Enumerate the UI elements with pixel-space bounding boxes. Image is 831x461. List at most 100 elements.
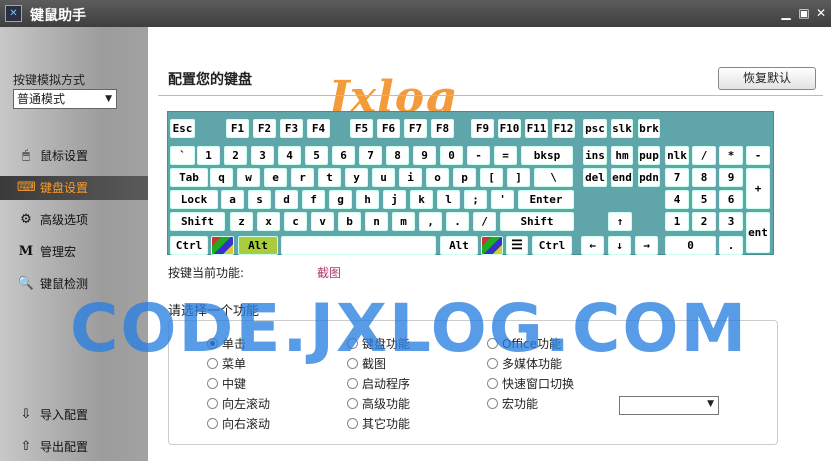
key-3[interactable]: 3 xyxy=(719,212,743,231)
key-symbol-1-0[interactable]: ` xyxy=(170,146,195,165)
sidebar-item-keyboard[interactable]: ⌨ 键盘设置 xyxy=(0,176,148,200)
sidebar-item-mouse[interactable]: 🖱 鼠标设置 xyxy=(0,144,148,168)
key-symbol-5-9[interactable]: ↓ xyxy=(608,236,631,255)
key-space[interactable] xyxy=(281,236,436,255)
key-alt[interactable]: Alt xyxy=(440,236,478,255)
option-menu[interactable]: 菜单 xyxy=(207,355,246,372)
key-symbol-1-20[interactable]: - xyxy=(746,146,770,165)
sidebar-item-detect[interactable]: 🔍 键鼠检测 xyxy=(0,272,148,296)
radio-button[interactable] xyxy=(207,358,218,369)
key-symbol-1-12[interactable]: = xyxy=(494,146,517,165)
key-f12[interactable]: F12 xyxy=(552,119,575,138)
key-f5[interactable]: F5 xyxy=(350,119,373,138)
key-2[interactable]: 2 xyxy=(224,146,247,165)
key-enter[interactable]: Enter xyxy=(518,190,574,209)
key-5[interactable]: 5 xyxy=(692,190,716,209)
key-q[interactable]: q xyxy=(210,168,233,187)
key-g[interactable]: g xyxy=(329,190,352,209)
key-f4[interactable]: F4 xyxy=(307,119,330,138)
key-symbol-5-10[interactable]: → xyxy=(635,236,658,255)
option-click[interactable]: 单击 xyxy=(207,335,246,352)
key-l[interactable]: l xyxy=(437,190,460,209)
minimize-icon[interactable]: ▁ xyxy=(778,5,794,21)
key-0[interactable]: 0 xyxy=(665,236,716,255)
key-ctrl[interactable]: Ctrl xyxy=(532,236,572,255)
key-pup[interactable]: pup xyxy=(638,146,660,165)
key-ent[interactable]: ent xyxy=(746,212,770,253)
radio-button[interactable] xyxy=(207,378,218,389)
option-scroll-right[interactable]: 向右滚动 xyxy=(207,415,270,432)
radio-button[interactable] xyxy=(347,338,358,349)
radio-button[interactable] xyxy=(347,398,358,409)
option-advanced[interactable]: 高级功能 xyxy=(347,395,410,412)
maximize-icon[interactable]: ▣ xyxy=(796,5,812,21)
key-symbol-2-11[interactable]: [ xyxy=(480,168,503,187)
key-menu[interactable]: ☰ xyxy=(506,236,528,255)
key-slk[interactable]: slk xyxy=(611,119,633,138)
key-1[interactable]: 1 xyxy=(197,146,220,165)
option-launch[interactable]: 启动程序 xyxy=(347,375,410,392)
radio-button[interactable] xyxy=(487,338,498,349)
key-4[interactable]: 4 xyxy=(665,190,689,209)
key-symbol-5-12[interactable]: . xyxy=(719,236,743,255)
key-win[interactable]: Win xyxy=(211,236,234,255)
key-p[interactable]: p xyxy=(453,168,476,187)
key-symbol-3-10[interactable]: ; xyxy=(464,190,487,209)
key-b[interactable]: b xyxy=(338,212,361,231)
key-m[interactable]: m xyxy=(392,212,415,231)
key-z[interactable]: z xyxy=(230,212,253,231)
sidebar-item-advanced[interactable]: ⚙ 高级选项 xyxy=(0,208,148,232)
key-c[interactable]: c xyxy=(284,212,307,231)
key-x[interactable]: x xyxy=(257,212,280,231)
key-ctrl[interactable]: Ctrl xyxy=(170,236,208,255)
key-d[interactable]: d xyxy=(275,190,298,209)
key-7[interactable]: 7 xyxy=(359,146,382,165)
key-tab[interactable]: Tab xyxy=(170,168,208,187)
key-9[interactable]: 9 xyxy=(719,168,743,187)
key-f7[interactable]: F7 xyxy=(404,119,427,138)
key-symbol-1-18[interactable]: / xyxy=(692,146,716,165)
key-a[interactable]: a xyxy=(221,190,244,209)
key-f[interactable]: f xyxy=(302,190,325,209)
key-w[interactable]: w xyxy=(237,168,260,187)
key-i[interactable]: i xyxy=(399,168,422,187)
key-y[interactable]: y xyxy=(345,168,368,187)
key-5[interactable]: 5 xyxy=(305,146,328,165)
option-scroll-left[interactable]: 向左滚动 xyxy=(207,395,270,412)
option-keyboard[interactable]: 键盘功能 xyxy=(347,335,410,352)
option-macro[interactable]: 宏功能 xyxy=(487,395,538,412)
key-symbol-4-10[interactable]: / xyxy=(473,212,496,231)
close-icon[interactable]: ✕ xyxy=(813,5,829,21)
key-shift[interactable]: Shift xyxy=(170,212,225,231)
key-symbol-4-12[interactable]: ↑ xyxy=(608,212,632,231)
key-t[interactable]: t xyxy=(318,168,341,187)
option-window-switch[interactable]: 快速窗口切换 xyxy=(487,375,574,392)
key-bksp[interactable]: bksp xyxy=(521,146,573,165)
key-lock[interactable]: Lock xyxy=(170,190,218,209)
key-alt[interactable]: Alt xyxy=(238,236,278,255)
key-nlk[interactable]: nlk xyxy=(665,146,689,165)
restore-default-button[interactable]: 恢复默认 xyxy=(718,67,816,90)
key-psc[interactable]: psc xyxy=(583,119,607,138)
key-f8[interactable]: F8 xyxy=(431,119,454,138)
key-esc[interactable]: Esc xyxy=(170,119,195,138)
key-s[interactable]: s xyxy=(248,190,271,209)
radio-button[interactable] xyxy=(347,358,358,369)
key-del[interactable]: del xyxy=(583,168,607,187)
key-f11[interactable]: F11 xyxy=(525,119,548,138)
option-screenshot[interactable]: 截图 xyxy=(347,355,386,372)
key-v[interactable]: v xyxy=(311,212,334,231)
key-symbol-5-8[interactable]: ← xyxy=(581,236,604,255)
key-f6[interactable]: F6 xyxy=(377,119,400,138)
key-e[interactable]: e xyxy=(264,168,287,187)
sidebar-item-export[interactable]: ⇧ 导出配置 xyxy=(0,435,148,459)
key-o[interactable]: o xyxy=(426,168,449,187)
option-office[interactable]: Office功能 xyxy=(487,335,561,352)
key-symbol-4-9[interactable]: . xyxy=(446,212,469,231)
radio-button[interactable] xyxy=(207,418,218,429)
key-symbol-2-13[interactable]: \ xyxy=(534,168,573,187)
key-7[interactable]: 7 xyxy=(665,168,689,187)
option-middle[interactable]: 中键 xyxy=(207,375,246,392)
radio-button[interactable] xyxy=(347,378,358,389)
radio-button[interactable] xyxy=(487,378,498,389)
